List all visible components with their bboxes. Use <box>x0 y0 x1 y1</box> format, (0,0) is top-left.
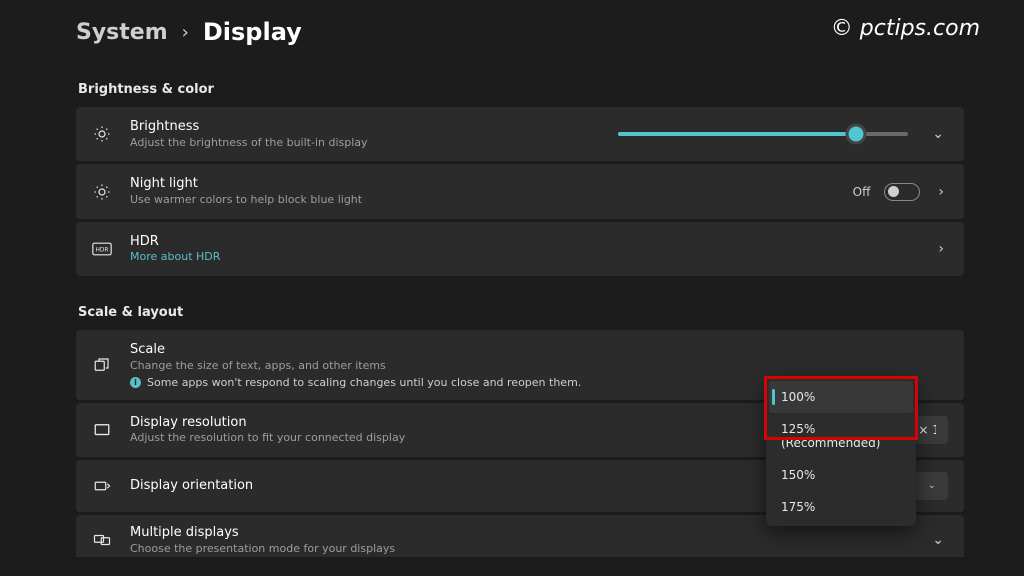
multiple-displays-icon <box>90 531 114 549</box>
section-heading-brightness: Brightness & color <box>78 82 964 97</box>
multiple-displays-title: Multiple displays <box>130 524 912 542</box>
hdr-link[interactable]: More about HDR <box>130 250 918 265</box>
multiple-displays-subtitle: Choose the presentation mode for your di… <box>130 542 912 557</box>
orientation-icon <box>90 477 114 495</box>
scale-icon <box>90 356 114 374</box>
info-icon: i <box>130 377 141 388</box>
chevron-down-icon: ⌄ <box>928 480 936 491</box>
night-light-row[interactable]: Night light Use warmer colors to help bl… <box>76 164 964 218</box>
orientation-title: Display orientation <box>130 477 817 495</box>
hdr-icon: HDR <box>90 242 114 256</box>
brightness-title: Brightness <box>130 118 602 136</box>
chevron-down-icon[interactable]: ⌄ <box>928 532 948 548</box>
breadcrumb-parent[interactable]: System <box>76 20 168 45</box>
scale-title: Scale <box>130 341 932 359</box>
svg-text:HDR: HDR <box>96 247 109 253</box>
resolution-subtitle: Adjust the resolution to fit your connec… <box>130 431 856 446</box>
scale-dropdown[interactable]: 100% 125% (Recommended) 150% 175% <box>766 378 916 526</box>
chevron-right-icon[interactable]: › <box>934 184 948 200</box>
hdr-title: HDR <box>130 233 918 251</box>
scale-info: Some apps won't respond to scaling chang… <box>147 376 581 389</box>
resolution-title: Display resolution <box>130 414 856 432</box>
scale-option-150[interactable]: 150% <box>769 459 913 491</box>
breadcrumb-separator: › <box>182 22 189 43</box>
moon-icon <box>90 183 114 201</box>
hdr-row[interactable]: HDR HDR More about HDR › <box>76 222 964 276</box>
breadcrumb-current: Display <box>203 18 302 46</box>
night-light-toggle[interactable] <box>884 183 920 201</box>
night-light-subtitle: Use warmer colors to help block blue lig… <box>130 193 837 208</box>
watermark: © pctips.com <box>831 16 980 41</box>
sun-icon <box>90 125 114 143</box>
scale-option-175[interactable]: 175% <box>769 491 913 523</box>
scale-option-125[interactable]: 125% (Recommended) <box>769 413 913 459</box>
chevron-down-icon[interactable]: ⌄ <box>928 126 948 142</box>
resolution-icon <box>90 421 114 439</box>
night-light-state: Off <box>853 185 871 199</box>
night-light-title: Night light <box>130 175 837 193</box>
brightness-slider[interactable] <box>618 132 908 136</box>
scale-option-100[interactable]: 100% <box>769 381 913 413</box>
brightness-row[interactable]: Brightness Adjust the brightness of the … <box>76 107 964 161</box>
section-heading-scale: Scale & layout <box>78 305 964 320</box>
scale-subtitle: Change the size of text, apps, and other… <box>130 359 932 374</box>
chevron-right-icon[interactable]: › <box>934 241 948 257</box>
brightness-subtitle: Adjust the brightness of the built-in di… <box>130 136 602 151</box>
